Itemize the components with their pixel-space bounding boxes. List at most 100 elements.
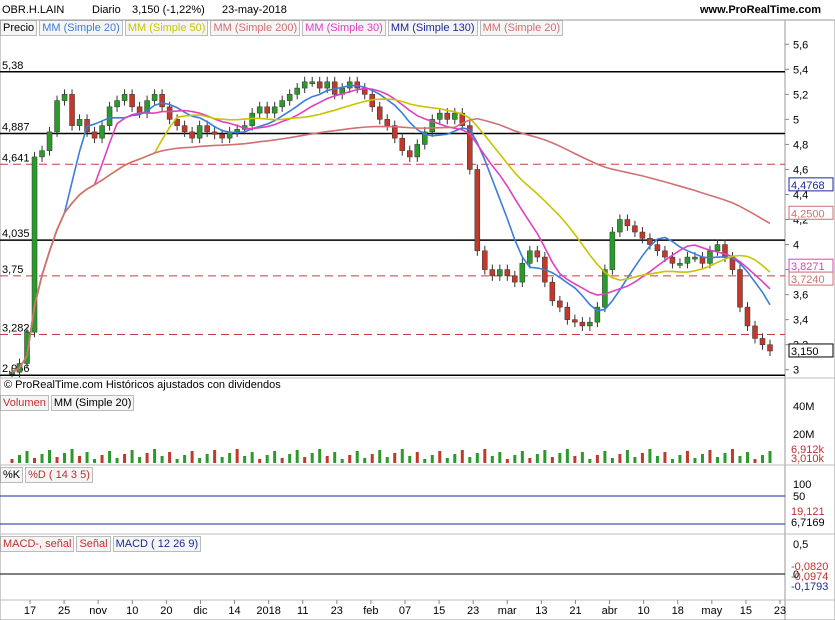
volume-bar xyxy=(595,455,599,463)
candle-body xyxy=(234,129,240,133)
candle-body xyxy=(534,250,541,258)
volume-bar xyxy=(25,451,29,463)
volume-bar xyxy=(10,459,14,463)
volume-bar xyxy=(723,453,727,463)
candle-body xyxy=(624,219,631,227)
volume-bar xyxy=(348,455,352,463)
volume-bar xyxy=(730,449,734,463)
volume-bar xyxy=(415,452,419,463)
x-tick-label: 23 xyxy=(331,605,343,617)
candle-body xyxy=(91,131,98,139)
candle-body xyxy=(181,125,188,133)
candle-body xyxy=(76,119,83,126)
volume-bar xyxy=(498,452,502,463)
candle-body xyxy=(384,119,390,126)
level-label: 3,75 xyxy=(2,264,23,276)
volume-bar xyxy=(693,458,697,463)
volume-bar xyxy=(355,451,359,463)
volume-bar xyxy=(700,454,704,463)
candle-body xyxy=(474,169,481,252)
volume-bar xyxy=(303,457,307,463)
candle-body xyxy=(609,231,616,270)
volume-bar xyxy=(438,451,442,463)
volume-bar xyxy=(160,456,164,463)
x-tick-label: 18 xyxy=(672,605,684,617)
candle-body xyxy=(677,263,683,266)
stoch-value-tag: 6,7169 xyxy=(791,517,825,529)
candle-body xyxy=(564,306,571,320)
y-tick-label: 3,4 xyxy=(793,315,808,327)
candle-body xyxy=(61,94,68,101)
x-tick-label: dic xyxy=(193,605,208,617)
value-tag-label: 4,2500 xyxy=(791,208,825,220)
volume-bar xyxy=(78,456,82,463)
volume-bar xyxy=(183,455,187,463)
volume-bar xyxy=(490,456,494,463)
candle-body xyxy=(639,231,646,239)
volume-bar xyxy=(573,456,577,463)
candle-body xyxy=(114,100,120,108)
candle-body xyxy=(617,219,623,233)
volume-bar xyxy=(565,449,569,463)
volume-bar xyxy=(123,454,127,463)
candle-body xyxy=(256,106,263,114)
y-tick-label: 3,6 xyxy=(793,290,808,302)
level-label: 5,38 xyxy=(2,60,23,72)
volume-bar xyxy=(108,451,112,463)
volume-bar xyxy=(288,454,292,463)
candle-body xyxy=(279,100,285,108)
y-tick-label: 3 xyxy=(793,365,799,377)
candle-body xyxy=(309,81,315,85)
candle-body xyxy=(684,256,691,264)
volume-bar xyxy=(85,452,89,463)
candle-body xyxy=(99,125,105,139)
y-tick-label: 5,2 xyxy=(793,89,808,101)
volume-bar xyxy=(655,456,659,463)
volume-bar xyxy=(430,455,434,463)
volume-bar xyxy=(535,454,539,463)
x-tick-label: 11 xyxy=(297,605,308,617)
level-label: 4,035 xyxy=(2,228,30,240)
candle-body xyxy=(737,269,743,308)
volume-bar xyxy=(235,449,239,463)
x-tick-label: feb xyxy=(363,605,378,617)
candle-body xyxy=(414,144,421,158)
candle-body xyxy=(444,112,451,120)
x-tick-label: 23 xyxy=(467,605,479,617)
volume-bar xyxy=(408,456,412,463)
chart-canvas[interactable]: 5,65,45,254,84,64,44,243,83,63,43,235,38… xyxy=(0,0,835,620)
stoch-axis-label: 50 xyxy=(793,491,805,503)
candle-body xyxy=(489,269,496,277)
candle-body xyxy=(271,106,278,114)
volume-bar xyxy=(550,457,554,463)
volume-bar xyxy=(280,458,284,463)
volume-bar xyxy=(483,449,487,463)
candle-body xyxy=(692,256,698,260)
candle-body xyxy=(482,250,488,270)
volume-bar xyxy=(363,458,367,463)
volume-bar xyxy=(168,452,172,463)
volume-bar xyxy=(648,449,652,463)
candle-body xyxy=(662,250,668,258)
x-tick-label: may xyxy=(701,605,722,617)
ma50-line xyxy=(11,98,771,373)
candle-body xyxy=(744,306,751,327)
volume-bar xyxy=(633,457,637,463)
x-tick-label: abr xyxy=(602,605,618,617)
x-tick-label: 07 xyxy=(399,605,411,617)
volume-value-tag: 3,010k xyxy=(791,453,825,465)
volume-bar xyxy=(393,453,397,463)
x-tick-label: nov xyxy=(89,605,107,617)
volume-bar xyxy=(520,451,524,463)
x-tick-label: 20 xyxy=(160,605,172,617)
volume-bar xyxy=(190,451,194,463)
volume-bar xyxy=(295,450,299,463)
volume-bar xyxy=(513,455,517,463)
volume-bar xyxy=(33,458,37,463)
volume-bar xyxy=(475,453,479,463)
candle-body xyxy=(654,244,661,252)
candle-body xyxy=(512,275,518,283)
volume-bar xyxy=(625,450,629,463)
volume-bar xyxy=(175,459,179,463)
volume-bar xyxy=(468,457,472,463)
